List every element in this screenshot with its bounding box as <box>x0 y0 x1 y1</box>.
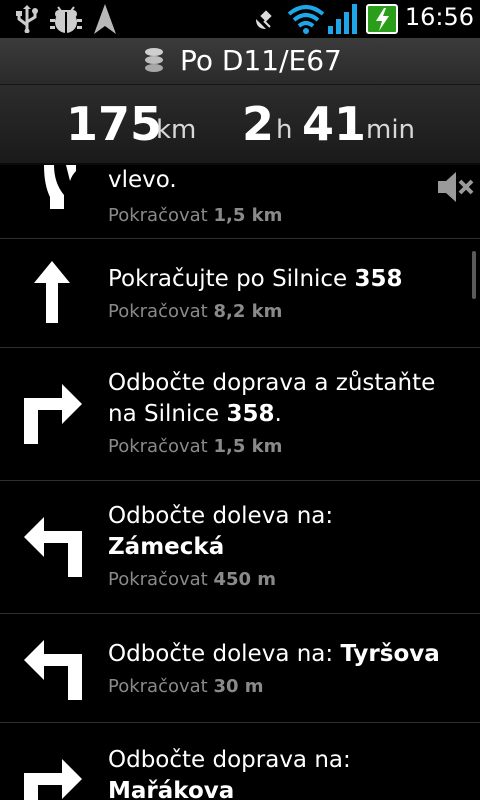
instruction-road: Tyršova <box>340 641 440 667</box>
straight-arrow-icon <box>34 261 70 327</box>
direction-distance: Pokračovat 1,5 km <box>108 205 282 226</box>
direction-instruction: vlevo. <box>108 165 468 196</box>
battery-charging-icon <box>366 4 400 38</box>
direction-row[interactable]: Pokračujte po Silnice 358 Pokračovat 8,2… <box>0 239 480 348</box>
instruction-end: . <box>274 401 282 427</box>
remaining-hours: 2 <box>242 97 275 151</box>
navigation-arrow-icon <box>94 4 116 38</box>
remaining-minutes-unit: min <box>366 115 416 145</box>
direction-row[interactable]: Odbočte doprava a zůstaňte na Silnice 35… <box>0 348 480 481</box>
instruction-road: Mařákova <box>108 778 235 800</box>
remaining-hours-unit: h <box>276 115 293 145</box>
direction-instruction: Odbočte doprava a zůstaňte na Silnice 35… <box>108 368 468 430</box>
clock: 16:56 <box>404 3 474 31</box>
trip-summary: 175 km 2 h 41 min <box>0 85 480 165</box>
instruction-text: Odbočte doleva na: <box>108 641 341 667</box>
instruction-text: Odbočte doprava na: <box>108 747 351 773</box>
direction-row[interactable]: Odbočte doleva na: Tyršova Pokračovat 30… <box>0 614 480 723</box>
instruction-road: 358 <box>354 266 403 292</box>
direction-row[interactable]: vlevo. Pokračovat 1,5 km <box>0 165 480 239</box>
turn-left-arrow-icon <box>24 517 82 581</box>
mute-speaker-icon[interactable] <box>436 170 474 208</box>
signal-bars-icon <box>328 4 358 38</box>
turn-right-arrow-icon <box>24 384 82 448</box>
continue-distance: 30 m <box>213 676 264 697</box>
continue-label: Pokračovat <box>108 436 208 457</box>
directions-list[interactable]: vlevo. Pokračovat 1,5 km Pokračujte po S… <box>0 165 480 800</box>
instruction-road: 358 <box>226 401 275 427</box>
direction-instruction: Odbočte doprava na: Mařákova <box>108 745 468 800</box>
direction-instruction: Odbočte doleva na: Zámecká <box>108 501 468 563</box>
continue-label: Pokračovat <box>108 205 208 226</box>
direction-row[interactable]: Odbočte doprava na: Mařákova <box>0 723 480 800</box>
continue-label: Pokračovat <box>108 301 208 322</box>
direction-distance: Pokračovat 30 m <box>108 676 264 697</box>
direction-distance: Pokračovat 1,5 km <box>108 436 282 457</box>
instruction-road: Zámecká <box>108 534 225 560</box>
continue-label: Pokračovat <box>108 676 208 697</box>
direction-row[interactable]: Odbočte doleva na: Zámecká Pokračovat 45… <box>0 481 480 614</box>
continue-distance: 1,5 km <box>213 436 283 457</box>
debug-bug-icon <box>50 4 82 38</box>
direction-distance: Pokračovat 8,2 km <box>108 301 282 322</box>
current-road-name: Po D11/E67 <box>180 44 342 77</box>
continue-distance: 450 m <box>213 569 277 590</box>
scrollbar-thumb[interactable] <box>472 251 476 299</box>
satellite-icon <box>254 9 276 35</box>
usb-icon <box>14 5 40 37</box>
remaining-distance-unit: km <box>156 115 197 145</box>
turn-right-arrow-icon <box>24 759 82 800</box>
status-bar: 16:56 <box>0 0 480 38</box>
turn-left-arrow-icon <box>24 640 82 704</box>
direction-instruction: Odbočte doleva na: Tyršova <box>108 639 468 670</box>
instruction-text: Odbočte doleva na: <box>108 503 334 529</box>
direction-instruction: Pokračujte po Silnice 358 <box>108 264 468 295</box>
current-road-bar: Po D11/E67 <box>0 38 480 85</box>
continue-distance: 8,2 km <box>213 301 283 322</box>
road-icon <box>143 47 165 77</box>
instruction-text: vlevo. <box>108 167 177 193</box>
wifi-icon <box>287 4 325 38</box>
instruction-text: Pokračujte po Silnice <box>108 266 355 292</box>
direction-distance: Pokračovat 450 m <box>108 569 276 590</box>
bear-left-arrow-icon <box>40 165 80 213</box>
remaining-minutes: 41 <box>302 97 367 151</box>
continue-label: Pokračovat <box>108 569 208 590</box>
remaining-distance: 175 <box>66 97 163 151</box>
continue-distance: 1,5 km <box>213 205 283 226</box>
